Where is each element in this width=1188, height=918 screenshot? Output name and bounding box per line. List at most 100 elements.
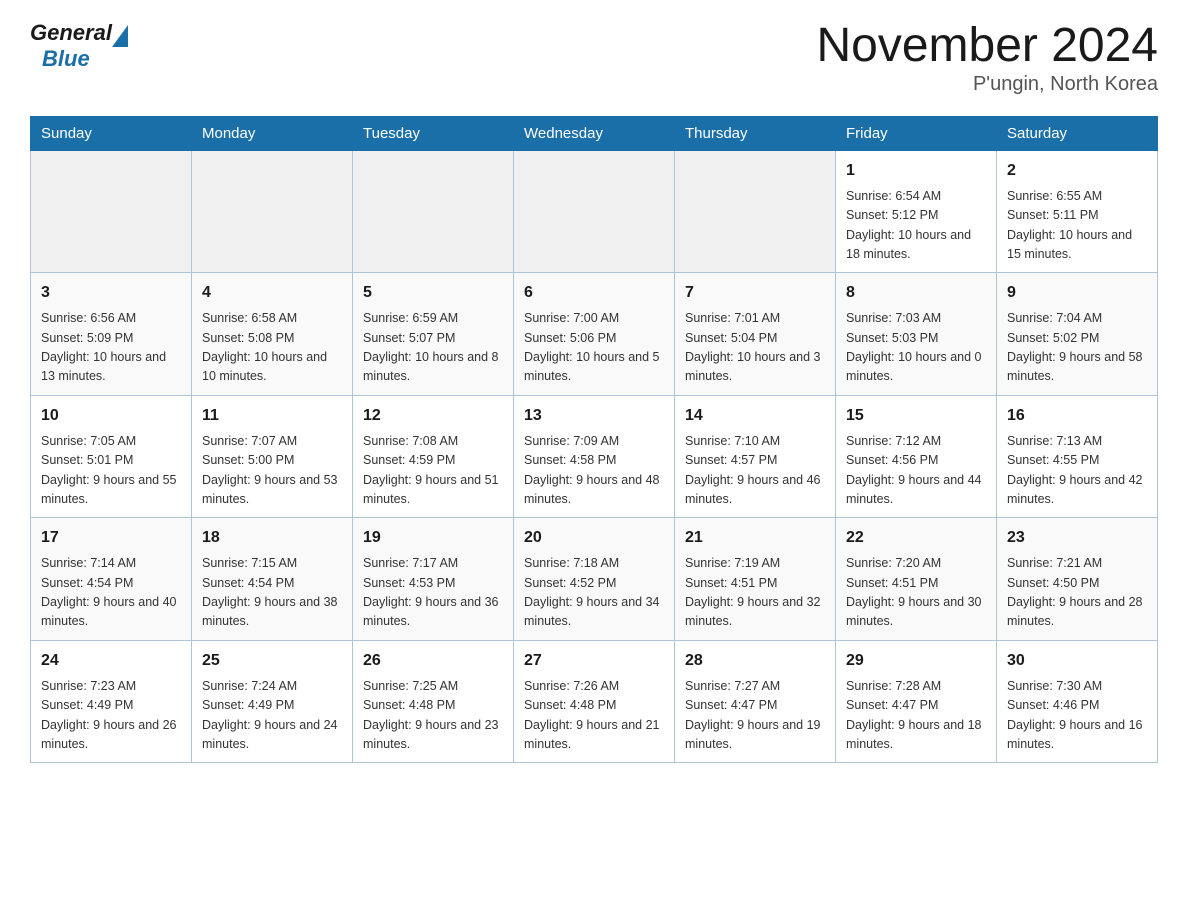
- calendar-header: SundayMondayTuesdayWednesdayThursdayFrid…: [31, 116, 1158, 150]
- calendar-cell: 2Sunrise: 6:55 AMSunset: 5:11 PMDaylight…: [997, 150, 1158, 273]
- day-number: 22: [846, 526, 986, 550]
- day-number: 28: [685, 649, 825, 673]
- day-number: 19: [363, 526, 503, 550]
- logo-triangle-icon: [112, 25, 128, 47]
- day-number: 12: [363, 404, 503, 428]
- calendar-cell: 24 Sunrise: 7:23 AMSunset: 4:49 PMDayligh…: [31, 640, 192, 763]
- day-info: Sunrise: 7:05 AMSunset: 5:01 PMDaylight:…: [41, 432, 181, 510]
- calendar-cell: 27Sunrise: 7:26 AMSunset: 4:48 PMDayligh…: [514, 640, 675, 763]
- calendar-cell: [31, 150, 192, 273]
- day-number: 11: [202, 404, 342, 428]
- weekday-header-wednesday: Wednesday: [514, 116, 675, 150]
- calendar-cell: 6Sunrise: 7:00 AMSunset: 5:06 PMDaylight…: [514, 273, 675, 396]
- calendar-cell: 16 Sunrise: 7:13 AMSunset: 4:55 PMDayligh…: [997, 395, 1158, 518]
- day-number: 8: [846, 281, 986, 305]
- day-number: 24: [41, 649, 181, 673]
- weekday-header-monday: Monday: [192, 116, 353, 150]
- calendar-cell: [675, 150, 836, 273]
- day-number: 15: [846, 404, 986, 428]
- calendar-cell: 8 Sunrise: 7:03 AMSunset: 5:03 PMDaylight…: [836, 273, 997, 396]
- day-info: Sunrise: 7:28 AMSunset: 4:47 PMDaylight:…: [846, 677, 986, 755]
- day-info: Sunrise: 7:01 AMSunset: 5:04 PMDaylight:…: [685, 309, 825, 387]
- day-number: 29: [846, 649, 986, 673]
- day-info: Sunrise: 7:24 AMSunset: 4:49 PMDaylight:…: [202, 677, 342, 755]
- page-header: General Blue November 2024 P'ungin, Nort…: [30, 20, 1158, 96]
- day-number: 26: [363, 649, 503, 673]
- calendar-cell: 18 Sunrise: 7:15 AMSunset: 4:54 PMDayligh…: [192, 518, 353, 641]
- calendar-cell: 12 Sunrise: 7:08 AMSunset: 4:59 PMDayligh…: [353, 395, 514, 518]
- day-info: Sunrise: 7:03 AMSunset: 5:03 PMDaylight:…: [846, 309, 986, 387]
- calendar-cell: 28 Sunrise: 7:27 AMSunset: 4:47 PMDayligh…: [675, 640, 836, 763]
- calendar-week-row: 10 Sunrise: 7:05 AMSunset: 5:01 PMDayligh…: [31, 395, 1158, 518]
- calendar-cell: 3Sunrise: 6:56 AMSunset: 5:09 PMDaylight…: [31, 273, 192, 396]
- calendar-cell: 4 Sunrise: 6:58 AMSunset: 5:08 PMDaylight…: [192, 273, 353, 396]
- calendar-week-row: 17 Sunrise: 7:14 AMSunset: 4:54 PMDayligh…: [31, 518, 1158, 641]
- day-info: Sunrise: 7:23 AMSunset: 4:49 PMDaylight:…: [41, 677, 181, 755]
- day-info: Sunrise: 7:25 AMSunset: 4:48 PMDaylight:…: [363, 677, 503, 755]
- day-number: 30: [1007, 649, 1147, 673]
- day-info: Sunrise: 6:58 AMSunset: 5:08 PMDaylight:…: [202, 309, 342, 387]
- calendar-cell: 25 Sunrise: 7:24 AMSunset: 4:49 PMDayligh…: [192, 640, 353, 763]
- day-number: 6: [524, 281, 664, 305]
- day-info: Sunrise: 7:04 AMSunset: 5:02 PMDaylight:…: [1007, 309, 1147, 387]
- day-info: Sunrise: 7:14 AMSunset: 4:54 PMDaylight:…: [41, 554, 181, 632]
- day-info: Sunrise: 6:54 AMSunset: 5:12 PMDaylight:…: [846, 187, 986, 265]
- weekday-header-friday: Friday: [836, 116, 997, 150]
- weekday-header-sunday: Sunday: [31, 116, 192, 150]
- day-number: 7: [685, 281, 825, 305]
- calendar-cell: [353, 150, 514, 273]
- calendar-cell: 9 Sunrise: 7:04 AMSunset: 5:02 PMDaylight…: [997, 273, 1158, 396]
- day-number: 20: [524, 526, 664, 550]
- logo-blue-text: Blue: [42, 46, 90, 72]
- calendar-cell: 13Sunrise: 7:09 AMSunset: 4:58 PMDayligh…: [514, 395, 675, 518]
- day-number: 25: [202, 649, 342, 673]
- calendar-cell: 5Sunrise: 6:59 AMSunset: 5:07 PMDaylight…: [353, 273, 514, 396]
- weekday-header-thursday: Thursday: [675, 116, 836, 150]
- day-number: 16: [1007, 404, 1147, 428]
- day-number: 1: [846, 159, 986, 183]
- day-info: Sunrise: 7:15 AMSunset: 4:54 PMDaylight:…: [202, 554, 342, 632]
- calendar-subtitle: P'ungin, North Korea: [816, 73, 1158, 96]
- day-info: Sunrise: 7:08 AMSunset: 4:59 PMDaylight:…: [363, 432, 503, 510]
- day-number: 23: [1007, 526, 1147, 550]
- day-info: Sunrise: 7:20 AMSunset: 4:51 PMDaylight:…: [846, 554, 986, 632]
- calendar-cell: 19 Sunrise: 7:17 AMSunset: 4:53 PMDayligh…: [353, 518, 514, 641]
- calendar-cell: 11 Sunrise: 7:07 AMSunset: 5:00 PMDayligh…: [192, 395, 353, 518]
- weekday-header-saturday: Saturday: [997, 116, 1158, 150]
- calendar-cell: 20Sunrise: 7:18 AMSunset: 4:52 PMDayligh…: [514, 518, 675, 641]
- weekday-header-row: SundayMondayTuesdayWednesdayThursdayFrid…: [31, 116, 1158, 150]
- calendar-week-row: 1 Sunrise: 6:54 AMSunset: 5:12 PMDaylight…: [31, 150, 1158, 273]
- calendar-cell: 22 Sunrise: 7:20 AMSunset: 4:51 PMDayligh…: [836, 518, 997, 641]
- day-number: 10: [41, 404, 181, 428]
- day-info: Sunrise: 7:27 AMSunset: 4:47 PMDaylight:…: [685, 677, 825, 755]
- calendar-cell: 23 Sunrise: 7:21 AMSunset: 4:50 PMDayligh…: [997, 518, 1158, 641]
- day-info: Sunrise: 7:17 AMSunset: 4:53 PMDaylight:…: [363, 554, 503, 632]
- day-number: 4: [202, 281, 342, 305]
- day-info: Sunrise: 7:10 AMSunset: 4:57 PMDaylight:…: [685, 432, 825, 510]
- day-info: Sunrise: 7:13 AMSunset: 4:55 PMDaylight:…: [1007, 432, 1147, 510]
- calendar-cell: 17 Sunrise: 7:14 AMSunset: 4:54 PMDayligh…: [31, 518, 192, 641]
- calendar-table: SundayMondayTuesdayWednesdayThursdayFrid…: [30, 116, 1158, 764]
- day-number: 2: [1007, 159, 1147, 183]
- day-number: 17: [41, 526, 181, 550]
- day-info: Sunrise: 7:21 AMSunset: 4:50 PMDaylight:…: [1007, 554, 1147, 632]
- weekday-header-tuesday: Tuesday: [353, 116, 514, 150]
- logo: General Blue: [30, 20, 128, 72]
- calendar-cell: 14 Sunrise: 7:10 AMSunset: 4:57 PMDayligh…: [675, 395, 836, 518]
- day-info: Sunrise: 7:12 AMSunset: 4:56 PMDaylight:…: [846, 432, 986, 510]
- day-number: 21: [685, 526, 825, 550]
- calendar-cell: [514, 150, 675, 273]
- day-number: 9: [1007, 281, 1147, 305]
- calendar-cell: 30Sunrise: 7:30 AMSunset: 4:46 PMDayligh…: [997, 640, 1158, 763]
- day-info: Sunrise: 7:07 AMSunset: 5:00 PMDaylight:…: [202, 432, 342, 510]
- calendar-title-block: November 2024 P'ungin, North Korea: [816, 20, 1158, 96]
- day-number: 14: [685, 404, 825, 428]
- calendar-cell: 21 Sunrise: 7:19 AMSunset: 4:51 PMDayligh…: [675, 518, 836, 641]
- calendar-cell: 1 Sunrise: 6:54 AMSunset: 5:12 PMDaylight…: [836, 150, 997, 273]
- day-info: Sunrise: 7:19 AMSunset: 4:51 PMDaylight:…: [685, 554, 825, 632]
- day-info: Sunrise: 6:56 AMSunset: 5:09 PMDaylight:…: [41, 309, 181, 387]
- logo-general-text: General: [30, 20, 112, 46]
- calendar-title: November 2024: [816, 20, 1158, 73]
- calendar-cell: 7 Sunrise: 7:01 AMSunset: 5:04 PMDaylight…: [675, 273, 836, 396]
- day-number: 18: [202, 526, 342, 550]
